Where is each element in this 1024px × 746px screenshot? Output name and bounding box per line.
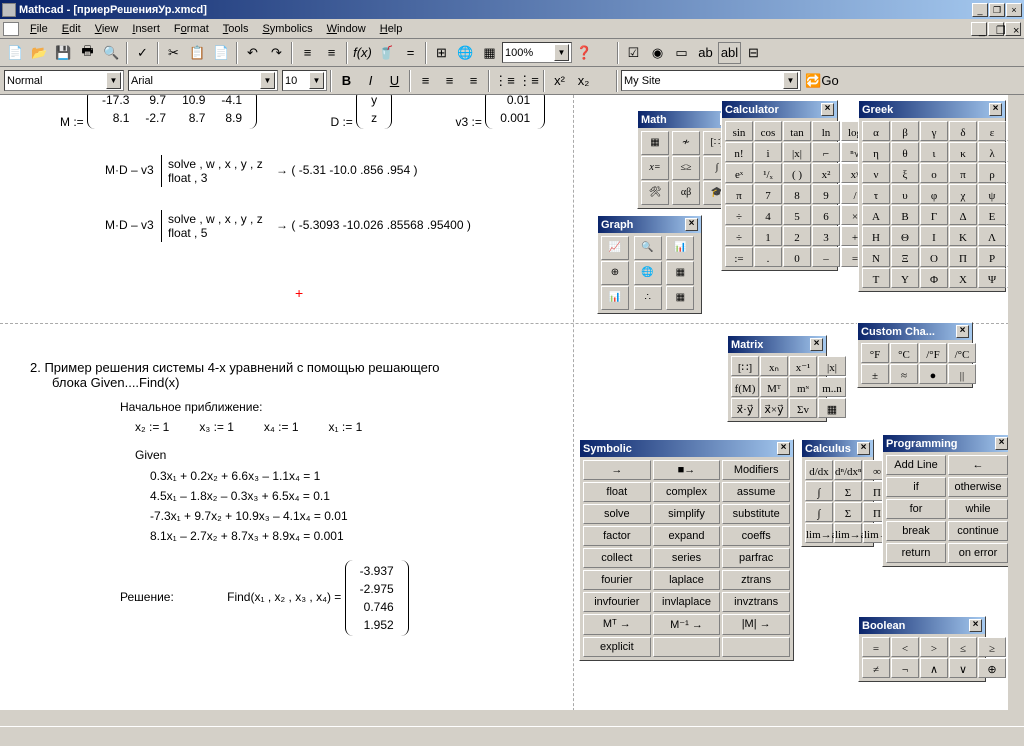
title-bar: Mathcad - [приерРешенияУр.xmcd] _ ❐ × (0, 0, 1024, 19)
expr1: M·D – v3 solve , w , x , y , zfloat , 3 … (105, 155, 417, 187)
mdi-close[interactable]: × (1005, 22, 1021, 36)
bullets-button[interactable]: ⋮≡ (493, 70, 516, 92)
chk-button[interactable]: ☑ (622, 42, 645, 64)
align-button[interactable]: ≡ (296, 42, 319, 64)
matrix-M: -17.39.710.9-4.18.1-2.78.78.9 (87, 95, 257, 129)
calc-button[interactable]: = (399, 42, 422, 64)
equations: 0.3x₁ + 0.2x₂ + 6.6x₃ – 1.1x₄ = 14.5x₁ –… (150, 466, 550, 546)
bold-button[interactable]: B (335, 70, 358, 92)
menu-edit[interactable]: Edit (55, 21, 88, 37)
matrix-D: yz (356, 95, 392, 129)
redo-button[interactable]: ↷ (265, 42, 288, 64)
zoom-combo[interactable]: 100%▼ (502, 42, 572, 63)
maximize-button[interactable]: ❐ (989, 3, 1005, 17)
paste-button[interactable]: 📄 (210, 42, 233, 64)
cut-button[interactable]: ✂ (162, 42, 185, 64)
align-center[interactable]: ≡ (438, 70, 461, 92)
mdi-minimize[interactable]: _ (971, 22, 987, 36)
style-combo[interactable]: Normal▼ (4, 70, 124, 91)
menu-file[interactable]: File (23, 21, 55, 37)
palette-calculator[interactable]: Calculator× sincostanlnlogn!i|x|⌐ⁿ√eˣ¹/ₓ… (721, 100, 838, 271)
toolbar-format: Normal▼ Arial▼ 10▼ B I U ≡ ≡ ≡ ⋮≡ ⋮≡ x² … (0, 67, 1024, 95)
workspace: M := -17.39.710.9-4.18.1-2.78.78.9 D := … (0, 95, 1024, 726)
close-button[interactable]: × (1006, 3, 1022, 17)
solution: Решение: Find(x₁ , x₂ , x₃ , x₄) = -3.93… (120, 560, 550, 636)
align-left[interactable]: ≡ (414, 70, 437, 92)
toolbar-standard: 📄 📂 💾 🖶 🔍 ✓ ✂ 📋 📄 ↶ ↷ ≡ ≡ f(x) 🥤 = ⊞ 🌐 ▦… (0, 39, 1024, 67)
init-values: x₂ := 1x₃ := 1x₄ := 1x₁ := 1 (135, 420, 550, 434)
menu-bar: File Edit View Insert Format Tools Symbo… (0, 19, 1024, 39)
copy-button[interactable]: 📋 (186, 42, 209, 64)
menu-window[interactable]: Window (320, 21, 373, 37)
expr2: M·D – v3 solve , w , x , y , zfloat , 5 … (105, 210, 471, 242)
component-button[interactable]: ⊞ (430, 42, 453, 64)
given: Given (135, 448, 550, 462)
open-button[interactable]: 📂 (28, 42, 51, 64)
init-label: Начальное приближение: (120, 400, 550, 414)
font-combo[interactable]: Arial▼ (128, 70, 278, 91)
radio-button[interactable]: ◉ (646, 42, 669, 64)
cursor-cross: + (295, 285, 303, 301)
menu-tools[interactable]: Tools (216, 21, 256, 37)
var-M: M := (60, 115, 84, 129)
app-icon (2, 3, 16, 17)
btn-button[interactable]: ▭ (670, 42, 693, 64)
save-button[interactable]: 💾 (52, 42, 75, 64)
section2-text: 2. Пример решения системы 4-х уравнений … (30, 360, 550, 375)
minimize-button[interactable]: _ (972, 3, 988, 17)
status-bar (0, 726, 1024, 746)
size-combo[interactable]: 10▼ (282, 70, 327, 91)
align-right[interactable]: ≡ (462, 70, 485, 92)
sup-button[interactable]: x² (548, 70, 571, 92)
menu-view[interactable]: View (88, 21, 126, 37)
undo-button[interactable]: ↶ (241, 42, 264, 64)
italic-button[interactable]: I (359, 70, 382, 92)
palette-matrix[interactable]: Matrix× [∷]xₙx⁻¹|x|f(M)Mᵀmᶰm..nx⃗·y⃗x⃗×y… (727, 335, 827, 422)
var-v3: v3 := (455, 115, 481, 129)
menu-symbolics[interactable]: Symbolics (255, 21, 319, 37)
unit-button[interactable]: 🥤 (375, 42, 398, 64)
fx-button[interactable]: f(x) (351, 42, 374, 64)
table-button[interactable]: ▦ (478, 42, 501, 64)
palette-symbolic[interactable]: Symbolic× →■→Modifiersfloatcomplexassume… (579, 439, 794, 661)
palette-graph[interactable]: Graph× 📈🔍📊 ⊕🌐▦ 📊∴▦ (597, 215, 702, 314)
window-title: Mathcad - [приерРешенияУр.xmcd] (19, 4, 972, 16)
window-buttons: _ ❐ × (972, 3, 1022, 17)
underline-button[interactable]: U (383, 70, 406, 92)
numbers-button[interactable]: ⋮≡ (517, 70, 540, 92)
go-button[interactable]: 🔁Go (802, 70, 842, 92)
mdi-restore[interactable]: ❐ (988, 22, 1004, 36)
palette-greek[interactable]: Greek× αβγδεζηθικλμνξοπρστυφχψωΑΒΓΔΕΖΗΘΙ… (858, 100, 1006, 292)
menu-format[interactable]: Format (167, 21, 216, 37)
globe-button[interactable]: 🌐 (454, 42, 477, 64)
doc-icon[interactable] (3, 22, 19, 36)
menu-help[interactable]: Help (373, 21, 410, 37)
palette-calculus[interactable]: Calculus× d/dxdⁿ/dxⁿ∞∫ΣΠ∫ΣΠlim→alim→a⁺li… (801, 439, 874, 547)
sub-button[interactable]: x₂ (572, 70, 595, 92)
palette-custom[interactable]: Custom Cha...× °F°C/°F/°C±≈●|| (857, 322, 973, 388)
document-area[interactable]: M := -17.39.710.9-4.18.1-2.78.78.9 D := … (10, 95, 574, 726)
matrix-v3: 0.010.001 (485, 95, 545, 129)
preview-button[interactable]: 🔍 (100, 42, 123, 64)
new-button[interactable]: 📄 (4, 42, 27, 64)
print-button[interactable]: 🖶 (76, 42, 99, 64)
text-button[interactable]: ab (694, 42, 717, 64)
scrollbar-horizontal[interactable] (0, 710, 1008, 726)
var-D: D := (330, 115, 352, 129)
palette-programming[interactable]: Programming× Add Line←ifotherwiseforwhil… (882, 434, 1012, 567)
menu-insert[interactable]: Insert (125, 21, 167, 37)
help-button[interactable]: ❓ (573, 42, 596, 64)
site-combo[interactable]: My Site▼ (621, 70, 801, 91)
scrollbar-vertical[interactable] (1008, 95, 1024, 726)
palette-boolean[interactable]: Boolean× =<>≤≥≠¬∧∨⊕ (858, 616, 986, 682)
spellcheck-button[interactable]: ✓ (131, 42, 154, 64)
list-button[interactable]: abl (718, 42, 741, 64)
align2-button[interactable]: ≡ (320, 42, 343, 64)
slider-button[interactable]: ⊟ (742, 42, 765, 64)
